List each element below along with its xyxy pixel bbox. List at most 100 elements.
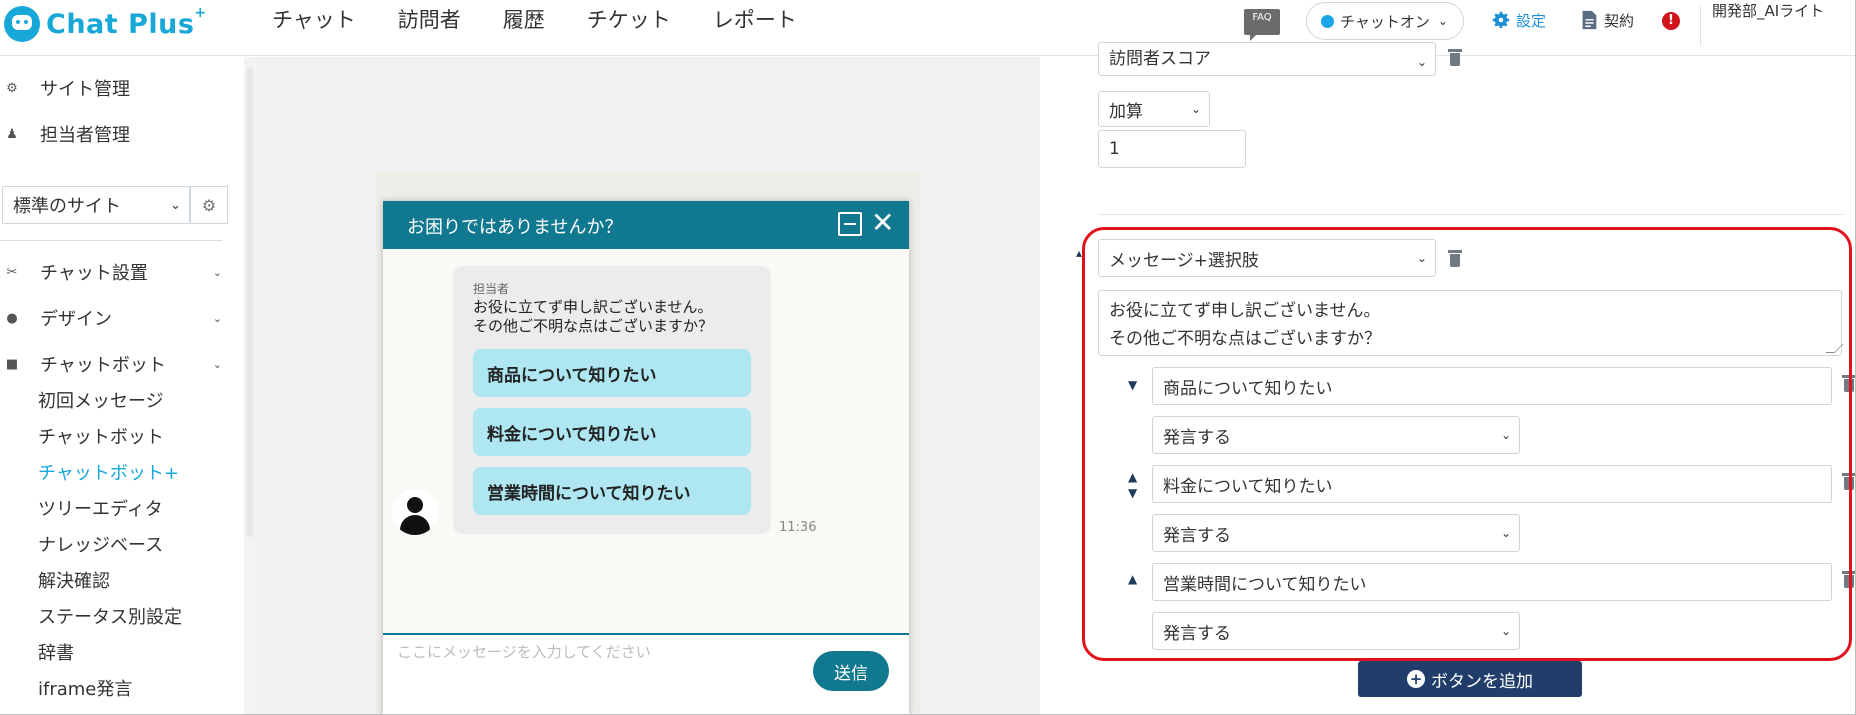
message-bubble: 担当者 お役に立てず申し訳ございません。 その他ご不明な点はございますか？ 商品… <box>453 266 771 534</box>
sidebar-sub-knowledge-base[interactable]: ナレッジベース <box>38 531 163 557</box>
top-nav: チャット 訪問者 履歴 チケット レポート <box>272 8 839 32</box>
user-menu[interactable]: 開発部_AIライト <box>1712 0 1842 22</box>
nav-history[interactable]: 履歴 <box>503 8 545 32</box>
chevron-down-icon: ⌄ <box>212 357 222 371</box>
logo-text: Chat Plus+ <box>46 4 207 40</box>
choice-action-select[interactable]: 発言する ⌄ <box>1152 612 1520 650</box>
move-down-icon[interactable]: ▼ <box>1128 486 1137 500</box>
choice-action-value: 発言する <box>1163 427 1231 448</box>
choice-action-value: 発言する <box>1163 525 1231 546</box>
gear-icon: ⚙ <box>201 195 217 215</box>
message-type-select[interactable]: メッセージ+選択肢 ⌄ <box>1098 239 1436 277</box>
sidebar-sub-status-settings[interactable]: ステータス別設定 <box>38 603 182 629</box>
site-settings-button[interactable]: ⚙ <box>190 186 228 224</box>
score-target-select[interactable]: 訪問者スコア ⌄ <box>1098 42 1436 76</box>
sidebar-sub-resolution[interactable]: 解決確認 <box>38 567 110 593</box>
chat-status-toggle[interactable]: チャットオン ⌄ <box>1306 2 1464 40</box>
choice-label-input[interactable]: 商品について知りたい <box>1152 367 1832 405</box>
settings-link[interactable]: 設定 <box>1490 9 1546 31</box>
sidebar-item-chatbot[interactable]: ■ チャットボット ⌄ <box>0 349 244 379</box>
move-up-icon[interactable]: ▲ <box>1128 470 1137 484</box>
nav-ticket[interactable]: チケット <box>587 8 671 32</box>
chat-widget-preview: お困りではありませんか？ ✕ 担当者 お役に立てず申し訳ございません。 その他ご… <box>383 201 909 715</box>
sidebar-item-label: チャット設置 <box>40 263 148 284</box>
nav-report[interactable]: レポート <box>713 8 797 32</box>
sidebar: ⚙ サイト管理 ♟ 担当者管理 標準のサイト ⌄ ⚙ ✂ チャット設置 ⌄ ● … <box>0 57 244 715</box>
close-icon[interactable]: ✕ <box>871 207 894 239</box>
sidebar-item-chat-install[interactable]: ✂ チャット設置 ⌄ <box>0 257 244 287</box>
settings-label: 設定 <box>1516 11 1547 30</box>
move-up-icon[interactable]: ▴ <box>1076 246 1082 260</box>
trash-icon[interactable] <box>1842 473 1856 491</box>
widget-title: お困りではありませんか？ <box>407 217 623 238</box>
chevron-down-icon: ⌄ <box>212 311 222 325</box>
chat-status-label: チャットオン <box>1340 12 1430 31</box>
chevron-down-icon: ⌄ <box>1416 251 1427 265</box>
operation-value: 加算 <box>1109 101 1143 122</box>
message-textarea[interactable]: お役に立てず申し訳ございません。 その他ご不明な点はございますか？ <box>1098 290 1842 356</box>
gear-icon <box>1492 11 1510 29</box>
section-divider <box>1098 214 1844 215</box>
sidebar-item-design[interactable]: ● デザイン ⌄ <box>0 303 244 333</box>
choice-action-select[interactable]: 発言する ⌄ <box>1152 514 1520 552</box>
sidebar-item-site-admin[interactable]: ⚙ サイト管理 <box>0 73 244 103</box>
sidebar-item-label: 担当者管理 <box>40 125 130 146</box>
faq-button[interactable]: FAQ <box>1244 9 1280 41</box>
option-button[interactable]: 料金について知りたい <box>473 408 751 456</box>
sidebar-item-staff-admin[interactable]: ♟ 担当者管理 <box>0 119 244 149</box>
choice-label-value: 料金について知りたい <box>1163 476 1333 497</box>
add-button-label: ボタンを追加 <box>1431 671 1533 692</box>
nav-visitors[interactable]: 訪問者 <box>398 8 461 32</box>
sidebar-sub-chatbot-plus[interactable]: チャットボット+ <box>38 459 179 485</box>
option-button[interactable]: 商品について知りたい <box>473 349 751 397</box>
top-header: Chat Plus+ チャット 訪問者 履歴 チケット レポート FAQ チャッ… <box>0 0 1856 56</box>
message-sender: 担当者 <box>473 282 510 296</box>
score-target-value: 訪問者スコア <box>1109 49 1211 69</box>
score-value: 1 <box>1109 139 1120 159</box>
choice-label-value: 営業時間について知りたい <box>1163 574 1367 595</box>
trash-icon[interactable] <box>1448 49 1462 67</box>
sidebar-sub-initial-message[interactable]: 初回メッセージ <box>38 387 164 413</box>
chevron-down-icon: ⌄ <box>1437 14 1448 28</box>
trash-icon[interactable] <box>1448 250 1462 268</box>
message-time: 11:36 <box>779 520 817 535</box>
sidebar-sub-dictionary[interactable]: 辞書 <box>38 639 74 665</box>
alert-icon[interactable]: ! <box>1662 12 1680 30</box>
header-divider <box>1700 6 1701 46</box>
nav-chat[interactable]: チャット <box>272 8 356 32</box>
sidebar-sub-iframe[interactable]: iframe発言 <box>38 675 132 701</box>
trash-icon[interactable] <box>1842 571 1856 589</box>
site-select[interactable]: 標準のサイト ⌄ <box>2 186 190 224</box>
sidebar-divider <box>0 240 222 241</box>
operation-select[interactable]: 加算 ⌄ <box>1098 91 1210 127</box>
trash-icon[interactable] <box>1842 375 1856 393</box>
choice-label-input[interactable]: 営業時間について知りたい <box>1152 563 1832 601</box>
tools-icon: ✂ <box>6 264 18 280</box>
palette-icon: ● <box>6 310 18 326</box>
send-button[interactable]: 送信 <box>813 651 889 691</box>
chevron-down-icon: ⌄ <box>170 197 181 213</box>
chat-logo-icon <box>4 6 40 42</box>
move-up-icon[interactable]: ▲ <box>1128 572 1137 586</box>
users-gear-icon: ♟ <box>6 126 18 142</box>
add-button-button[interactable]: + ボタンを追加 <box>1358 661 1582 697</box>
choice-action-select[interactable]: 発言する ⌄ <box>1152 416 1520 454</box>
move-down-icon[interactable]: ▼ <box>1128 378 1137 392</box>
message-input[interactable]: ここにメッセージを入力してください 送信 <box>383 635 909 715</box>
site-select-value: 標準のサイト <box>13 196 121 217</box>
sidebar-sub-chatbot[interactable]: チャットボット <box>38 423 164 449</box>
message-type-value: メッセージ+選択肢 <box>1109 250 1259 271</box>
sidebar-sub-tree-editor[interactable]: ツリーエディタ <box>38 495 163 521</box>
contract-link[interactable]: 契約 <box>1578 9 1634 31</box>
minimize-icon[interactable] <box>838 212 862 236</box>
sidebar-item-label: デザイン <box>40 309 112 330</box>
chevron-down-icon: ⌄ <box>1500 428 1511 442</box>
logo[interactable]: Chat Plus+ <box>4 4 207 44</box>
contract-label: 契約 <box>1604 11 1635 30</box>
option-button[interactable]: 営業時間について知りたい <box>473 467 751 515</box>
score-value-input[interactable]: 1 <box>1098 130 1246 168</box>
sidebar-scrollbar[interactable] <box>244 57 256 715</box>
agent-avatar <box>392 489 438 535</box>
choice-label-input[interactable]: 料金について知りたい <box>1152 465 1832 503</box>
chevron-down-icon: ⌄ <box>1500 526 1511 540</box>
